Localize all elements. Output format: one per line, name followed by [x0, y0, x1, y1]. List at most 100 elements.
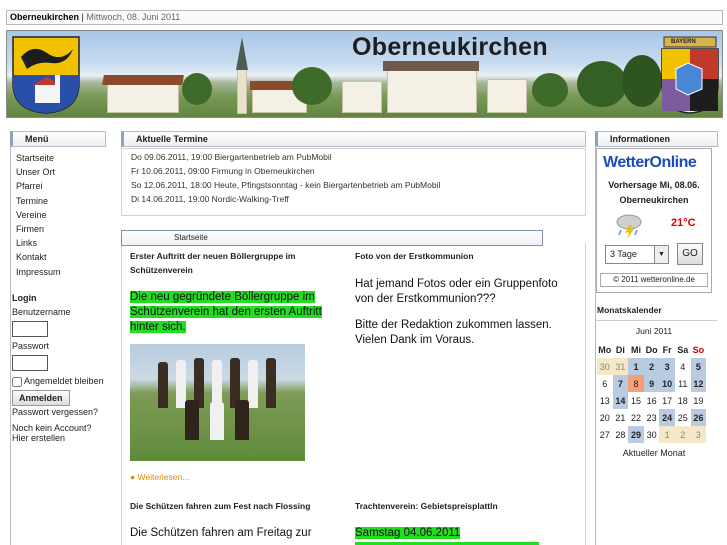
- banner-building: [487, 79, 527, 113]
- banner-roof: [383, 61, 479, 71]
- calendar-day: 20: [599, 412, 610, 423]
- forgot-password-link[interactable]: Passwort vergessen?: [12, 407, 112, 417]
- photo-figure: [248, 360, 258, 408]
- read-more-link[interactable]: ● Weiterlesen...: [130, 472, 189, 482]
- calendar-day[interactable]: 29: [628, 426, 644, 443]
- calendar-week: 27 28 29 30 1 2 3: [597, 426, 707, 443]
- weekday-label: Fr: [662, 344, 672, 355]
- article-text: Die Schützen fahren am Freitag zur: [130, 527, 312, 539]
- photo-figure: [210, 402, 224, 440]
- termin-item[interactable]: So 12.06.2011, 18:00 Heute, Pfingstsonnt…: [131, 178, 440, 192]
- menu-item-startseite[interactable]: Startseite: [16, 151, 61, 165]
- weekday-label: Do: [645, 344, 658, 355]
- calendar-month: Juni 2011: [635, 326, 673, 336]
- article-title[interactable]: Erster Auftritt der neuen Böllergruppe i…: [130, 249, 335, 277]
- photo-figure: [158, 362, 168, 408]
- startseite-header: Startseite: [121, 230, 543, 246]
- username-label: Benutzername: [12, 307, 71, 317]
- no-account-text: Noch kein Account?: [12, 423, 92, 433]
- current-month-link[interactable]: Aktueller Monat: [596, 448, 712, 458]
- article-text: Samstag 04.06.2011: [355, 526, 461, 541]
- main-menu: Startseite Unser Ort Pfarrei Termine Ver…: [16, 151, 61, 279]
- menu-item-pfarrei[interactable]: Pfarrei: [16, 179, 61, 193]
- termin-item[interactable]: Di 14.06.2011, 19:00 Nordic-Walking-Tref…: [131, 192, 440, 206]
- password-input[interactable]: [12, 355, 48, 371]
- bavaria-coat-of-arms: [661, 36, 719, 114]
- forecast-days-value: 3 Tage: [610, 249, 637, 259]
- menu-item-kontakt[interactable]: Kontakt: [16, 250, 61, 264]
- calendar-day[interactable]: 14: [612, 392, 629, 409]
- wetteronline-logo[interactable]: WetterOnline: [603, 154, 697, 172]
- calendar-day[interactable]: 5: [690, 358, 707, 375]
- weekday-label: Sa: [677, 344, 689, 355]
- banner-tree: [182, 73, 212, 105]
- article-teaser-text: Die neu gegründete Böllergruppe im Schüt…: [130, 291, 322, 333]
- calendar-day: 6: [602, 378, 608, 389]
- calendar-day: 31: [612, 358, 629, 375]
- calendar-day: 2: [674, 426, 691, 443]
- calendar-day[interactable]: 10: [659, 375, 675, 392]
- calendar-day: 1: [659, 426, 675, 443]
- calendar-day: 4: [680, 361, 686, 372]
- calendar-week: 6 7 8 9 10 11 12: [597, 375, 707, 392]
- calendar-day[interactable]: 1: [628, 358, 644, 375]
- calendar-weekdays: Mo Di Mi Do Fr Sa So: [597, 341, 706, 358]
- article-title[interactable]: Trachtenverein: Gebietspreisplattln: [355, 499, 575, 513]
- remember-row: Angemeldet bleiben: [12, 375, 112, 387]
- calendar-day[interactable]: 7: [612, 375, 629, 392]
- calendar-day[interactable]: 12: [690, 375, 707, 392]
- calendar-day[interactable]: 3: [659, 358, 675, 375]
- password-label: Passwort: [12, 341, 50, 351]
- menu-border: [10, 146, 11, 545]
- go-button[interactable]: GO: [677, 243, 703, 265]
- remember-checkbox[interactable]: [12, 376, 22, 387]
- photo-figure: [266, 358, 276, 408]
- calendar-day: 19: [693, 395, 704, 406]
- banner-building: [342, 81, 382, 113]
- banner-roof: [102, 75, 184, 85]
- photo-figure: [212, 360, 222, 408]
- top-bar: Oberneukirchen | Mittwoch, 08. Juni 2011: [6, 10, 723, 25]
- calendar-day[interactable]: 8: [628, 375, 644, 392]
- termin-item[interactable]: Fr 10.06.2011, 09:00 Firmung in Oberneuk…: [131, 164, 440, 178]
- calendar-week: 30 31 1 2 3 4 5: [597, 358, 707, 375]
- termine-list: Do 09.06.2011, 19:00 Biergartenbetrieb a…: [131, 150, 440, 206]
- banner-tree: [577, 61, 627, 107]
- termin-item[interactable]: Do 09.06.2011, 19:00 Biergartenbetrieb a…: [131, 150, 440, 164]
- temperature: 21°C: [671, 217, 696, 229]
- article-title[interactable]: Foto von der Erstkommunion: [355, 249, 575, 263]
- calendar-day[interactable]: 2: [643, 358, 660, 375]
- calendar-day: 25: [677, 412, 688, 423]
- calendar-days: 30 31 1 2 3 4 5 6 7 8 9 10 11 12 13 14 15 16 17 18 19 20 21 22 2…: [597, 358, 707, 443]
- forecast-date: Vorhersage Mi, 08.06.: [608, 180, 700, 190]
- username-input[interactable]: [12, 321, 48, 337]
- login-button[interactable]: Anmelden: [12, 390, 70, 406]
- calendar-day[interactable]: 24: [659, 409, 675, 426]
- menu-item-firmen[interactable]: Firmen: [16, 222, 61, 236]
- article-title[interactable]: Die Schützen fahren zum Fest nach Flossi…: [130, 499, 350, 513]
- calendar-day[interactable]: 26: [690, 409, 707, 426]
- photo-figure: [235, 400, 249, 440]
- calendar-day: 30: [646, 429, 657, 440]
- remember-label: Angemeldet bleiben: [24, 376, 104, 386]
- menu-item-vereine[interactable]: Vereine: [16, 208, 61, 222]
- calendar-divider: [595, 320, 717, 321]
- register-link[interactable]: Hier erstellen: [12, 433, 112, 443]
- termine-header: Aktuelle Termine: [121, 131, 586, 147]
- site-name[interactable]: Oberneukirchen: [10, 12, 79, 22]
- banner-tree: [292, 67, 332, 105]
- calendar-day: 23: [646, 412, 657, 423]
- weekday-label: Mo: [598, 344, 612, 355]
- weather-copyright[interactable]: © 2011 wetteronline.de: [600, 273, 708, 287]
- menu-item-impressum[interactable]: Impressum: [16, 265, 61, 279]
- forecast-days-select[interactable]: 3 Tage ▼: [605, 245, 669, 264]
- article-photo[interactable]: [130, 344, 305, 461]
- article-highlight: Samstag 04.06.2011: [355, 527, 461, 539]
- calendar-day: 27: [599, 429, 610, 440]
- menu-item-unser-ort[interactable]: Unser Ort: [16, 165, 61, 179]
- calendar-day[interactable]: 9: [643, 375, 660, 392]
- menu-item-termine[interactable]: Termine: [16, 194, 61, 208]
- login-title: Login: [12, 293, 37, 303]
- calendar-day: 30: [597, 358, 613, 375]
- menu-item-links[interactable]: Links: [16, 236, 61, 250]
